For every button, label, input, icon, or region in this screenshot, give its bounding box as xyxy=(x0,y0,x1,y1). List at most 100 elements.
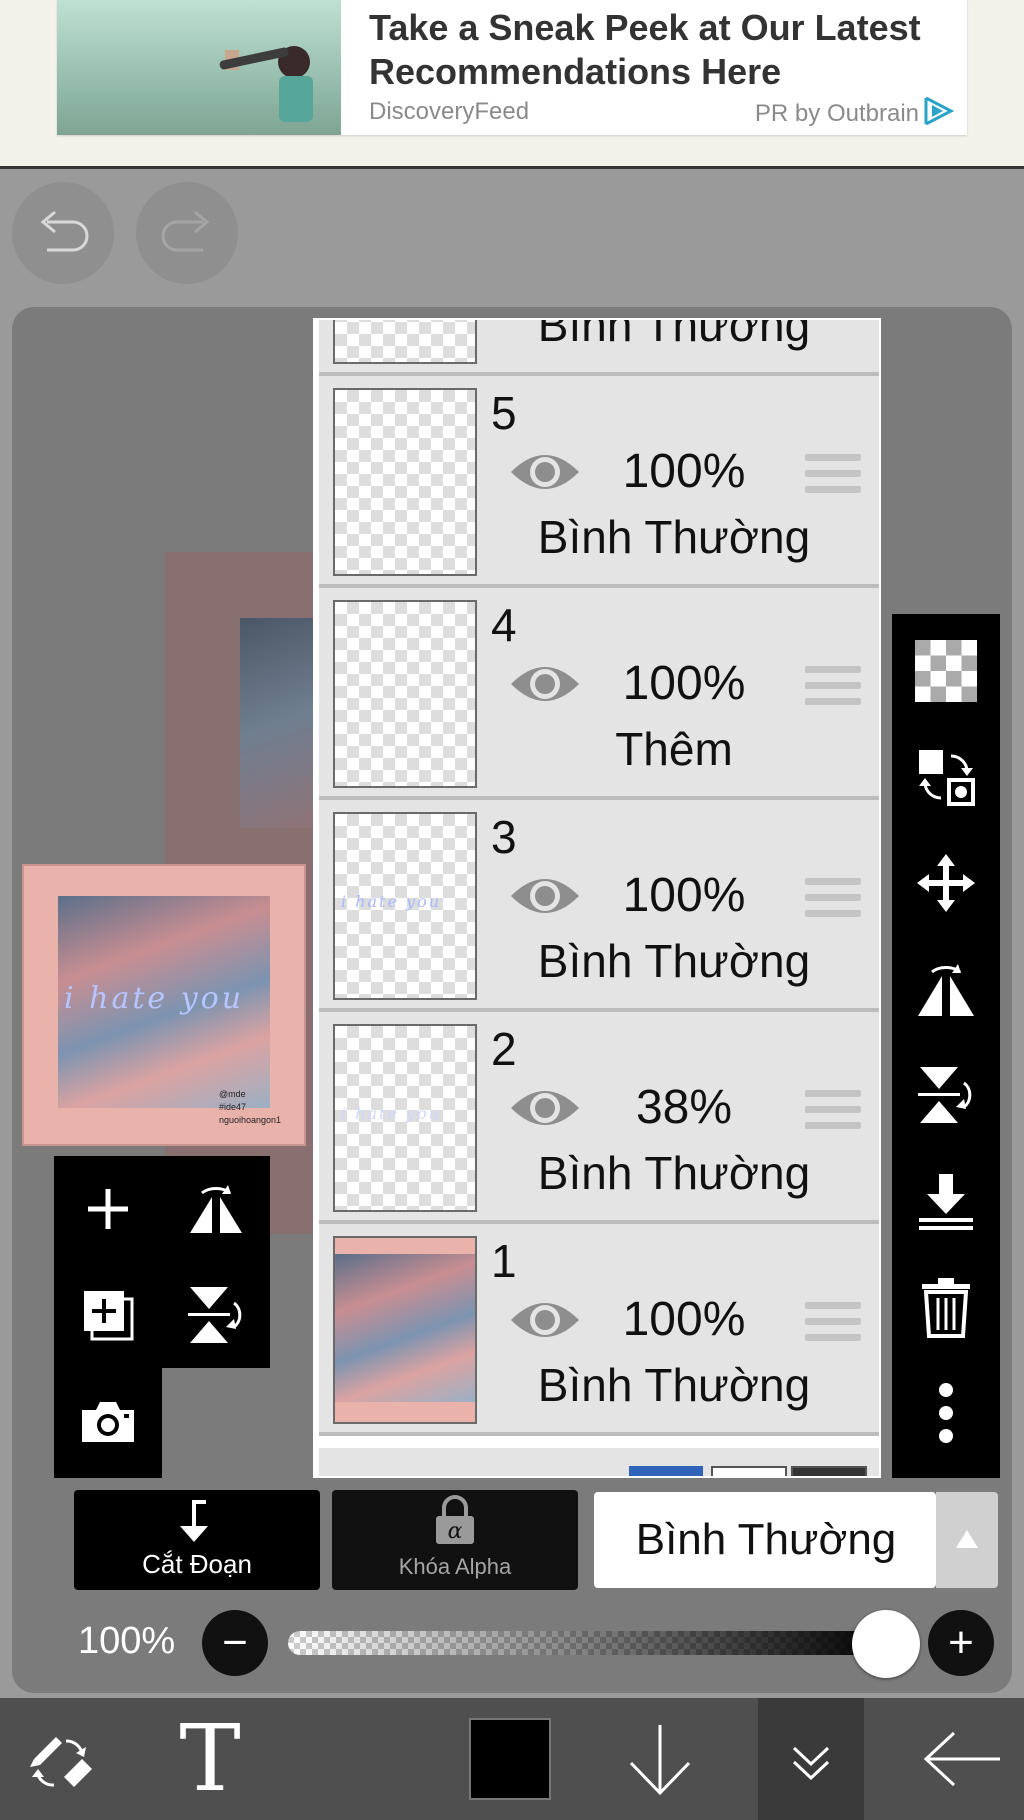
alpha-lock-button[interactable]: α Khóa Alpha xyxy=(332,1490,578,1590)
layer-blend-mode: Bình Thường xyxy=(537,1147,811,1199)
drag-handle-icon[interactable] xyxy=(805,1302,861,1346)
preview-caption: @mde #ide47 nguoihoangon1 xyxy=(219,1089,282,1125)
layer-number: 1 xyxy=(491,1235,517,1287)
right-tool-strip xyxy=(892,614,1000,1478)
layer-row-2[interactable]: i hate you 2 38% Bình Thường xyxy=(319,1012,879,1224)
flip-horizontal-button[interactable] xyxy=(892,936,1000,1042)
bg-color-option-checker[interactable] xyxy=(791,1466,867,1476)
layer-row-1[interactable]: 1 100% Bình Thường xyxy=(319,1224,879,1436)
layer-blend-mode: Thêm xyxy=(615,723,733,775)
layer-row-partial[interactable]: Bình Thường xyxy=(319,318,879,376)
add-layer-button[interactable] xyxy=(54,1156,162,1262)
transparency-button[interactable] xyxy=(892,618,1000,724)
flip-vertical-icon xyxy=(918,1067,972,1123)
layer-thumbnail: i hate you xyxy=(333,1024,477,1212)
duplicate-layer-button[interactable] xyxy=(54,1262,162,1368)
move-button[interactable] xyxy=(892,830,1000,936)
ad-banner[interactable]: Take a Sneak Peek at Our Latest Recommen… xyxy=(0,0,1024,169)
color-swatch-button[interactable] xyxy=(460,1698,560,1820)
canvas-photo xyxy=(240,618,315,828)
merge-down-icon xyxy=(919,1174,973,1230)
layer-opacity: 38% xyxy=(635,1081,733,1134)
transparency-icon xyxy=(915,640,977,702)
opacity-slider[interactable] xyxy=(288,1631,888,1655)
flip-layer-vertical-button[interactable] xyxy=(162,1262,270,1368)
brush-eraser-swap-button[interactable] xyxy=(0,1698,120,1820)
layer-opacity: 100% xyxy=(622,869,746,922)
arrow-down-button[interactable] xyxy=(610,1698,710,1820)
visibility-eye-icon[interactable] xyxy=(507,1294,583,1346)
collapse-panel-button[interactable] xyxy=(758,1698,864,1820)
layer-thumbnail xyxy=(333,600,477,788)
layer-tools-panel-bottom xyxy=(54,1368,162,1478)
visibility-eye-icon[interactable] xyxy=(507,1082,583,1134)
redo-button[interactable] xyxy=(136,182,238,284)
visibility-eye-icon[interactable] xyxy=(507,658,583,710)
layer-row-3[interactable]: i hate you 3 100% Bình Thường xyxy=(319,800,879,1012)
drag-handle-icon[interactable] xyxy=(805,1090,861,1134)
layer-number: 3 xyxy=(491,811,517,863)
layer-thumbnail xyxy=(333,1236,477,1424)
layer-number: 4 xyxy=(491,599,517,651)
canvas-preview[interactable]: i hate you @mde #ide47 nguoihoangon1 xyxy=(22,864,306,1146)
delete-layer-button[interactable] xyxy=(892,1254,1000,1360)
drag-handle-icon[interactable] xyxy=(805,454,861,498)
more-options-button[interactable] xyxy=(892,1360,1000,1466)
flip-vertical-icon xyxy=(188,1287,242,1343)
outbrain-logo-icon[interactable] xyxy=(923,94,955,128)
layer-row-4[interactable]: 4 100% Thêm xyxy=(319,588,879,800)
bg-color-option-blue[interactable] xyxy=(629,1466,703,1476)
alpha-lock-label: Khóa Alpha xyxy=(398,1554,512,1579)
triangle-up-icon xyxy=(956,1530,978,1548)
layer-panel[interactable]: Bình Thường 5 100% Bình Thường 4 100% Th… xyxy=(313,318,881,1478)
merge-down-button[interactable] xyxy=(892,1148,1000,1254)
layer-thumbnail xyxy=(333,388,477,576)
clipping-label: Cắt Đoạn xyxy=(142,1549,252,1579)
blend-mode-select[interactable]: Bình Thường xyxy=(594,1492,936,1588)
flip-layer-horizontal-button[interactable] xyxy=(162,1156,270,1262)
undo-button[interactable] xyxy=(12,182,114,284)
svg-text:α: α xyxy=(448,1519,463,1544)
swap-layer-button[interactable] xyxy=(892,724,1000,830)
swap-layer-icon xyxy=(919,750,975,806)
flip-vertical-button[interactable] xyxy=(892,1042,1000,1148)
opacity-slider-handle[interactable] xyxy=(852,1610,920,1678)
layer-blend-mode: Bình Thường xyxy=(537,935,811,987)
layer-thumb-text: i hate you xyxy=(341,892,442,911)
layer-number: 2 xyxy=(491,1023,517,1075)
back-button[interactable] xyxy=(900,1698,1024,1820)
opacity-decrease-button[interactable]: − xyxy=(202,1610,268,1676)
ad-title[interactable]: Take a Sneak Peek at Our Latest Recommen… xyxy=(369,6,959,94)
text-tool-button[interactable]: T xyxy=(150,1698,270,1820)
flip-horizontal-icon xyxy=(918,964,974,1016)
ad-pr-label[interactable]: PR by Outbrain xyxy=(755,100,919,128)
drag-handle-icon[interactable] xyxy=(805,666,861,710)
brush-eraser-swap-icon xyxy=(30,1737,92,1787)
bottom-toolbar: T xyxy=(0,1698,1024,1820)
clipping-button[interactable]: Cắt Đoạn xyxy=(74,1490,320,1590)
back-arrow-icon xyxy=(923,1731,1000,1787)
layer-tools-panel xyxy=(54,1156,270,1368)
visibility-eye-icon[interactable] xyxy=(507,870,583,922)
ad-card[interactable]: Take a Sneak Peek at Our Latest Recommen… xyxy=(57,0,967,135)
visibility-eye-icon[interactable] xyxy=(507,446,583,498)
undo-icon xyxy=(40,210,89,252)
clip-arrow-icon xyxy=(180,1500,208,1542)
layer-opacity: 100% xyxy=(622,1293,746,1346)
drag-handle-icon[interactable] xyxy=(805,878,861,922)
ad-image[interactable] xyxy=(57,0,341,135)
bg-color-option-white[interactable] xyxy=(711,1466,787,1476)
color-swatch xyxy=(469,1718,551,1800)
collapse-icon xyxy=(792,1746,830,1781)
blend-mode-dropdown-button[interactable] xyxy=(936,1492,998,1588)
background-layer-row[interactable] xyxy=(319,1448,879,1476)
move-icon xyxy=(917,854,975,912)
opacity-increase-button[interactable]: + xyxy=(928,1610,994,1676)
layer-row-5[interactable]: 5 100% Bình Thường xyxy=(319,376,879,588)
camera-button[interactable] xyxy=(54,1368,162,1474)
layer-thumbnail: i hate you xyxy=(333,812,477,1000)
text-tool-icon: T xyxy=(179,1705,241,1812)
opacity-value-label: 100% xyxy=(78,1620,176,1662)
layer-blend-mode: Bình Thường xyxy=(537,318,811,351)
layer-number: 5 xyxy=(491,387,517,439)
